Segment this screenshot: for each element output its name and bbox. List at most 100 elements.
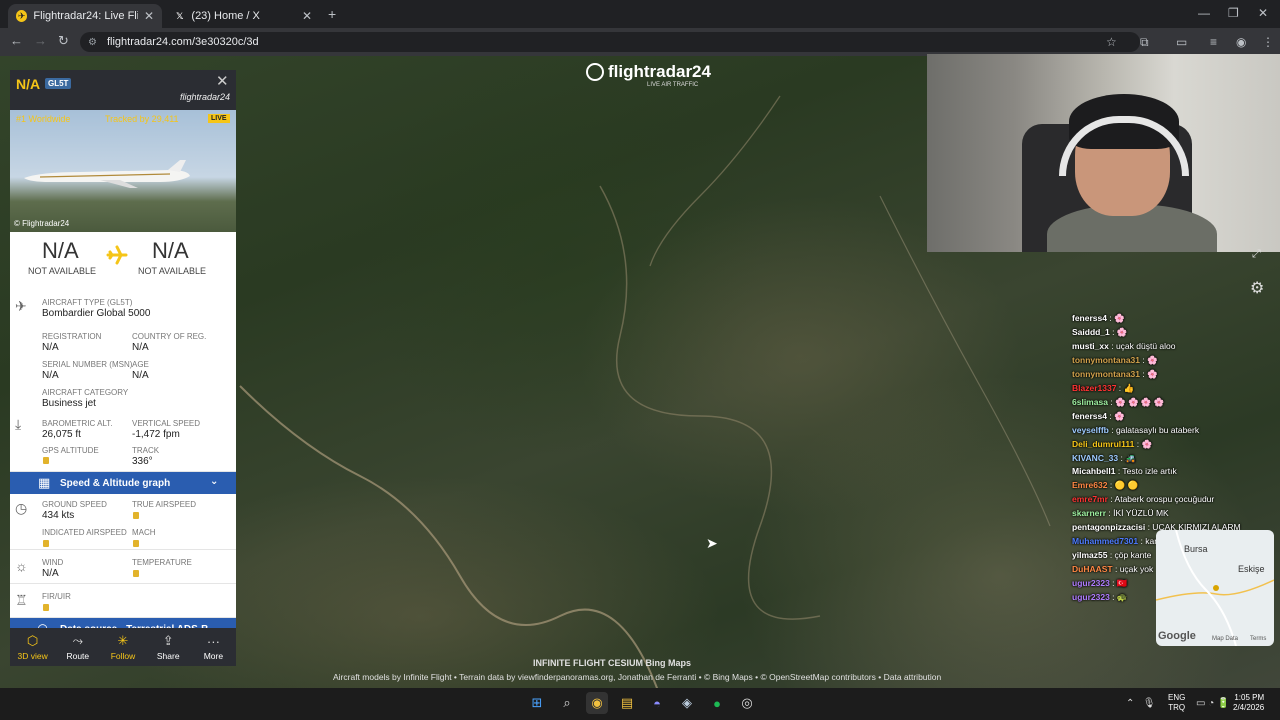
close-icon[interactable]: ✕ xyxy=(144,9,154,23)
fr24-favicon-icon: ✈ xyxy=(16,10,28,22)
chat-message: tonnymontana31 : 🌸 xyxy=(1072,368,1272,382)
share-button[interactable]: ⇪ Share xyxy=(146,628,191,666)
language-indicator[interactable]: ENG TRQ xyxy=(1168,693,1185,713)
vs-value: -1,472 fpm xyxy=(132,429,180,440)
fr24-map-logo: flightradar24 xyxy=(586,62,711,82)
bookmark-star-icon[interactable]: ☆ xyxy=(1106,35,1117,49)
media-icon[interactable]: ≡ xyxy=(1210,35,1217,49)
chat-username: pentagonpizzacisi xyxy=(1072,522,1146,533)
address-bar[interactable]: ⚙ flightradar24.com/3e30320c/3d xyxy=(80,32,1140,52)
origin-code: N/A xyxy=(42,238,79,263)
windows-start-icon[interactable]: ⊞ xyxy=(526,692,548,714)
panel-close-icon[interactable]: ✕ xyxy=(216,72,229,90)
search-icon[interactable]: ⌕ xyxy=(556,692,578,714)
aircraft-section: ✈ AIRCRAFT TYPE (GL5T) Bombardier Global… xyxy=(10,292,236,472)
chat-text: : 🌸 xyxy=(1106,410,1125,421)
origin-name: NOT AVAILABLE xyxy=(28,266,97,276)
aircraft-type-label: AIRCRAFT TYPE (GL5T) xyxy=(42,298,133,307)
chat-text: : Ataberk orospu çocuğudur xyxy=(1107,494,1215,505)
photo-credit: © Flightradar24 xyxy=(14,219,70,228)
wind-icon: ☼ xyxy=(15,558,28,574)
menu-icon[interactable]: ⋮ xyxy=(1262,35,1274,49)
chat-username: fenerss4 xyxy=(1072,313,1107,323)
tab-title: (23) Home / X xyxy=(191,10,260,22)
baro-label: BAROMETRIC ALT. xyxy=(42,419,113,428)
map-data-link[interactable]: Map Data xyxy=(1212,636,1238,642)
chat-message: 6slimasa : 🌸 🌸 🌸 🌸 xyxy=(1072,396,1272,410)
chat-text: : 🟡 🟡 xyxy=(1107,480,1139,491)
discord-icon[interactable]: ◓ xyxy=(646,692,668,714)
chat-message: emre7mr : Ataberk orospu çocuğudur xyxy=(1072,493,1272,507)
map-attribution[interactable]: Aircraft models by Infinite Flight • Ter… xyxy=(333,672,941,682)
more-button[interactable]: ··· More xyxy=(191,628,236,666)
site-info-icon[interactable]: ⚙ xyxy=(88,37,97,48)
chat-message: Blazer1337 : 👍 xyxy=(1072,382,1272,396)
profile-icon[interactable]: ◉ xyxy=(1236,35,1246,49)
3d-view-button[interactable]: ⬡ 3D view xyxy=(10,628,55,666)
new-tab-icon[interactable]: + xyxy=(328,6,336,22)
terms-link[interactable]: Terms xyxy=(1250,636,1266,642)
back-icon[interactable]: ← xyxy=(10,33,23,48)
tab-flightradar24[interactable]: ✈ Flightradar24: Live Flight Track... ✕ xyxy=(8,4,162,28)
chat-username: ugur2323 xyxy=(1072,592,1110,603)
wind-label: WIND xyxy=(42,558,64,567)
chrome-icon[interactable]: ◉ xyxy=(586,692,608,714)
tab-x-home[interactable]: 𝕏 (23) Home / X ✕ xyxy=(166,4,320,28)
file-explorer-icon[interactable]: ▤ xyxy=(616,692,638,714)
spotify-icon[interactable]: ● xyxy=(706,692,728,714)
expand-icon[interactable]: ⤢ xyxy=(1252,248,1261,261)
graph-icon: ▦ xyxy=(38,475,51,490)
weather-section: ☼ WIND N/A TEMPERATURE xyxy=(10,550,236,584)
forward-icon[interactable]: → xyxy=(34,33,47,48)
chat-username: Deli_dumrul111 xyxy=(1072,438,1135,449)
route-button[interactable]: ⤳ Route xyxy=(55,628,100,666)
aircraft-type: Bombardier Global 5000 xyxy=(42,308,151,319)
chat-message: skarnerr : İKİ YÜZLÜ MK xyxy=(1072,507,1272,521)
lock-icon xyxy=(43,457,49,464)
chevron-down-icon: ⌄ xyxy=(210,476,219,487)
chat-text: : 🐢 xyxy=(1109,592,1128,603)
tracked-count: Tracked by 29,411 xyxy=(105,114,179,124)
wind-value: N/A xyxy=(42,568,59,579)
settings-gear-icon[interactable]: ⚙ xyxy=(1250,278,1264,298)
gs-label: GROUND SPEED xyxy=(42,500,107,509)
window-close-icon[interactable]: ✕ xyxy=(1258,6,1268,20)
reload-icon[interactable]: ↻ xyxy=(58,33,69,49)
fir-label: FIR/UIR xyxy=(42,592,71,601)
chat-text: : uçak yok xyxy=(1112,564,1154,575)
minimap[interactable]: Bursa Eskişe Google Map Data Terms xyxy=(1156,530,1274,646)
system-tray[interactable]: ⌃ 🎙 xyxy=(1126,698,1155,709)
extensions-icon[interactable]: ⧉ xyxy=(1140,35,1149,50)
callsign: N/A xyxy=(16,76,41,92)
close-icon[interactable]: ✕ xyxy=(302,9,312,23)
route-plane-icon xyxy=(106,245,128,265)
chat-message: Micahbell1 : Testo izle artık xyxy=(1072,465,1272,479)
minimize-icon[interactable]: — xyxy=(1198,6,1210,20)
follow-button[interactable]: ✳ Follow xyxy=(100,628,145,666)
more-label: More xyxy=(203,650,224,661)
type-badge: GL5T xyxy=(45,78,72,89)
sidepanel-icon[interactable]: ▭ xyxy=(1176,35,1187,49)
speed-altitude-graph-toggle[interactable]: ▦ Speed & Altitude graph ⌄ xyxy=(10,472,236,494)
chat-username: Emre632 xyxy=(1072,480,1108,491)
restore-icon[interactable]: ❐ xyxy=(1228,6,1239,20)
flight-info-panel: N/A GL5T ✕ flightradar24 #1 Worldwide Tr… xyxy=(10,70,236,638)
category-value: Business jet xyxy=(42,398,96,409)
clock[interactable]: 1:05 PM 2/4/2026 xyxy=(1233,693,1264,713)
chat-text: : 🌸 xyxy=(1106,313,1125,323)
chat-username: 6slimasa xyxy=(1072,396,1108,407)
route-label: Route xyxy=(66,651,90,661)
chat-username: Blazer1337 xyxy=(1072,382,1117,393)
aircraft-photo[interactable]: #1 Worldwide Tracked by 29,411 LIVE © Fl… xyxy=(10,110,236,232)
chat-text: : 🌸 🌸 🌸 🌸 xyxy=(1107,396,1165,407)
tray-icons[interactable]: ▭ ◔ 🔋 xyxy=(1196,698,1230,709)
baro-value: 26,075 ft xyxy=(42,429,81,440)
steam-icon[interactable]: ◈ xyxy=(676,692,698,714)
obs-icon[interactable]: ◎ xyxy=(736,692,758,714)
mach-label: MACH xyxy=(132,528,156,537)
speed-graph-label: Speed & Altitude graph xyxy=(60,477,171,489)
chat-message: veyselffb : galatasaylı bu ataberk xyxy=(1072,424,1272,438)
country-value: N/A xyxy=(132,342,149,353)
tab-bar: ✈ Flightradar24: Live Flight Track... ✕ … xyxy=(0,0,1280,28)
tab-title: Flightradar24: Live Flight Track... xyxy=(33,10,138,22)
